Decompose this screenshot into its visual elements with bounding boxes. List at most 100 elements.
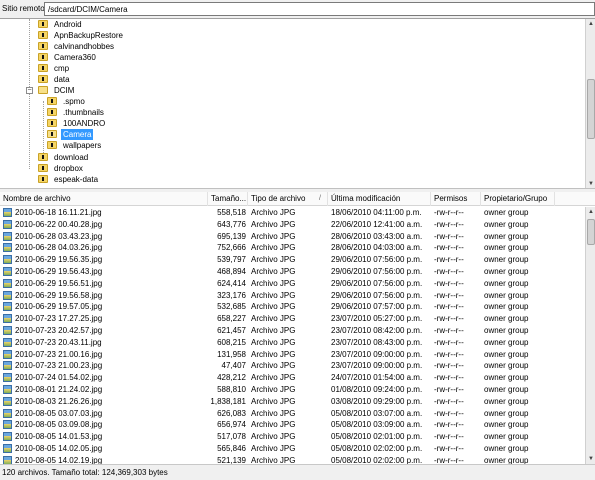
scroll-up-arrow-icon[interactable]: ▲ xyxy=(586,19,595,29)
file-row[interactable]: 2010-08-03 21.26.26.jpg 1,838,181 Archivo … xyxy=(0,396,585,407)
file-name-text: 2010-08-05 14.02.19.jpg xyxy=(15,455,103,464)
file-size-cell: 658,227 xyxy=(217,314,246,324)
file-row[interactable]: 2010-07-24 01.54.02.jpg 428,212 Archivo JP… xyxy=(0,372,585,383)
file-row[interactable]: 2010-07-23 21.00.16.jpg 131,958 Archivo JP… xyxy=(0,349,585,360)
file-size-cell: 624,414 xyxy=(217,278,246,288)
file-name-cell: 2010-07-24 01.54.02.jpg xyxy=(3,372,208,383)
file-row[interactable]: 2010-07-23 17.27.25.jpg 658,227 Archivo JP… xyxy=(0,313,585,324)
file-row[interactable]: 2010-06-18 16.11.21.jpg 558,518 Archivo JP… xyxy=(0,207,585,218)
tree-item-label: .spmo xyxy=(63,97,85,106)
tree-scrollbar[interactable]: ▲ ▼ xyxy=(585,19,595,188)
file-type-cell: Archivo JPG xyxy=(251,361,296,371)
file-size-cell: 47,407 xyxy=(221,361,246,371)
tree-item-label: cmp xyxy=(54,64,70,73)
file-permissions-cell: -rw-r--r-- xyxy=(434,290,464,300)
remote-file-list[interactable]: Nombre de archivo Tamaño... Tipo de arch… xyxy=(0,192,595,464)
collapse-dcim-toggle[interactable]: − xyxy=(26,87,33,94)
file-owner-cell: owner group xyxy=(484,408,529,418)
file-row[interactable]: 2010-06-29 19.56.51.jpg 624,414 Archivo JP… xyxy=(0,278,585,289)
file-modified-cell: 23/07/2010 05:27:00 p.m. xyxy=(331,314,423,324)
file-row[interactable]: 2010-06-22 00.40.28.jpg 643,776 Archivo JP… xyxy=(0,219,585,230)
file-permissions-cell: -rw-r--r-- xyxy=(434,408,464,418)
file-modified-cell: 29/06/2010 07:56:00 p.m. xyxy=(331,267,423,276)
column-header-permissions[interactable]: Permisos xyxy=(431,192,481,206)
tree-item-label: .thumbnails xyxy=(63,108,104,117)
jpg-file-icon xyxy=(3,267,12,276)
remote-path-input[interactable]: /sdcard/DCIM/Camera xyxy=(44,2,595,16)
file-name-cell: 2010-06-29 19.56.51.jpg xyxy=(3,278,208,289)
folder-icon xyxy=(38,175,48,183)
file-owner-cell: owner group xyxy=(484,302,529,312)
file-modified-cell: 05/08/2010 02:01:00 p.m. xyxy=(331,432,423,442)
folder-icon xyxy=(47,108,57,116)
file-row[interactable]: 2010-07-23 21.00.23.jpg 47,407 Archivo JPG… xyxy=(0,360,585,371)
file-row[interactable]: 2010-06-29 19.56.35.jpg 539,797 Archivo JP… xyxy=(0,254,585,265)
file-modified-cell: 03/08/2010 09:29:00 p.m. xyxy=(331,396,423,406)
file-row[interactable]: 2010-06-28 03.43.23.jpg 695,139 Archivo JP… xyxy=(0,231,585,242)
column-header-filename[interactable]: Nombre de archivo xyxy=(0,192,208,206)
file-permissions-cell: -rw-r--r-- xyxy=(434,432,464,442)
file-size-cell: 656,974 xyxy=(217,420,246,430)
file-list-scrollbar[interactable]: ▲ ▼ xyxy=(585,207,595,464)
jpg-file-icon xyxy=(3,444,12,453)
file-name-cell: 2010-07-23 20.42.57.jpg xyxy=(3,325,208,336)
file-name-text: 2010-07-23 21.00.23.jpg xyxy=(15,361,103,371)
file-permissions-cell: -rw-r--r-- xyxy=(434,219,464,229)
tree-scrollbar-thumb[interactable] xyxy=(587,79,595,139)
file-owner-cell: owner group xyxy=(484,219,529,229)
file-name-text: 2010-08-01 21.24.02.jpg xyxy=(15,385,103,394)
file-size-cell: 621,457 xyxy=(217,326,246,335)
file-row[interactable]: 2010-08-05 14.02.05.jpg 565,846 Archivo JP… xyxy=(0,443,585,454)
file-permissions-cell: -rw-r--r-- xyxy=(434,444,464,453)
file-owner-cell: owner group xyxy=(484,243,529,253)
file-row[interactable]: 2010-06-29 19.56.43.jpg 468,894 Archivo JP… xyxy=(0,266,585,277)
file-row[interactable]: 2010-08-05 03.09.08.jpg 656,974 Archivo JP… xyxy=(0,419,585,430)
file-modified-cell: 05/08/2010 02:02:00 p.m. xyxy=(331,444,423,453)
file-type-cell: Archivo JPG xyxy=(251,290,296,300)
file-row[interactable]: 2010-06-29 19.57.05.jpg 532,685 Archivo JP… xyxy=(0,301,585,312)
tree-item-label: Android xyxy=(54,20,82,29)
jpg-file-icon xyxy=(3,290,12,300)
file-list-scrollbar-thumb[interactable] xyxy=(587,219,595,245)
jpg-file-icon xyxy=(3,361,12,371)
file-row[interactable]: 2010-08-01 21.24.02.jpg 588,810 Archivo JP… xyxy=(0,384,585,395)
jpg-file-icon xyxy=(3,278,12,288)
file-row[interactable]: 2010-08-05 14.01.53.jpg 517,078 Archivo JP… xyxy=(0,431,585,442)
scroll-up-arrow-icon[interactable]: ▲ xyxy=(586,207,595,217)
file-owner-cell: owner group xyxy=(484,396,529,406)
file-name-cell: 2010-08-05 14.01.53.jpg xyxy=(3,431,208,442)
file-row[interactable]: 2010-08-05 03.07.03.jpg 626,083 Archivo JP… xyxy=(0,408,585,419)
file-row[interactable]: 2010-07-23 20.43.11.jpg 608,215 Archivo JP… xyxy=(0,337,585,348)
file-owner-cell: owner group xyxy=(484,290,529,300)
file-type-cell: Archivo JPG xyxy=(251,444,296,453)
remote-directory-tree[interactable]: Android ApnBackupRestore calvinandhobbes… xyxy=(0,18,595,188)
file-type-cell: Archivo JPG xyxy=(251,278,296,288)
file-permissions-cell: -rw-r--r-- xyxy=(434,455,464,464)
file-modified-cell: 29/06/2010 07:57:00 p.m. xyxy=(331,302,423,312)
jpg-file-icon xyxy=(3,396,12,406)
column-header-filetype-label: Tipo de archivo xyxy=(251,194,306,203)
tree-guide-line xyxy=(29,19,30,169)
scroll-down-arrow-icon[interactable]: ▼ xyxy=(586,454,595,464)
file-name-text: 2010-08-05 03.09.08.jpg xyxy=(15,420,103,430)
column-header-owner-group[interactable]: Propietario/Grupo xyxy=(481,192,555,206)
column-header-last-modified[interactable]: Última modificación xyxy=(328,192,431,206)
file-size-cell: 565,846 xyxy=(217,444,246,453)
file-row[interactable]: 2010-08-05 14.02.19.jpg 521,139 Archivo JP… xyxy=(0,455,585,464)
file-row[interactable]: 2010-07-23 20.42.57.jpg 621,457 Archivo JP… xyxy=(0,325,585,336)
folder-icon xyxy=(38,20,48,28)
scroll-down-arrow-icon[interactable]: ▼ xyxy=(586,179,595,188)
file-row[interactable]: 2010-06-29 19.56.58.jpg 323,176 Archivo JP… xyxy=(0,290,585,301)
jpg-file-icon xyxy=(3,337,12,347)
tree-item-label: dropbox xyxy=(54,164,83,173)
file-row[interactable]: 2010-06-28 04.03.26.jpg 752,666 Archivo JP… xyxy=(0,242,585,253)
folder-icon xyxy=(38,64,48,72)
tree-item-label: Camera360 xyxy=(54,53,96,62)
column-header-filesize[interactable]: Tamaño... xyxy=(208,192,248,206)
file-owner-cell: owner group xyxy=(484,208,529,217)
file-permissions-cell: -rw-r--r-- xyxy=(434,278,464,288)
tree-item-label: DCIM xyxy=(54,86,75,95)
file-size-cell: 428,212 xyxy=(217,373,246,383)
file-size-cell: 608,215 xyxy=(217,337,246,347)
column-header-filetype[interactable]: Tipo de archivo / xyxy=(248,192,328,206)
